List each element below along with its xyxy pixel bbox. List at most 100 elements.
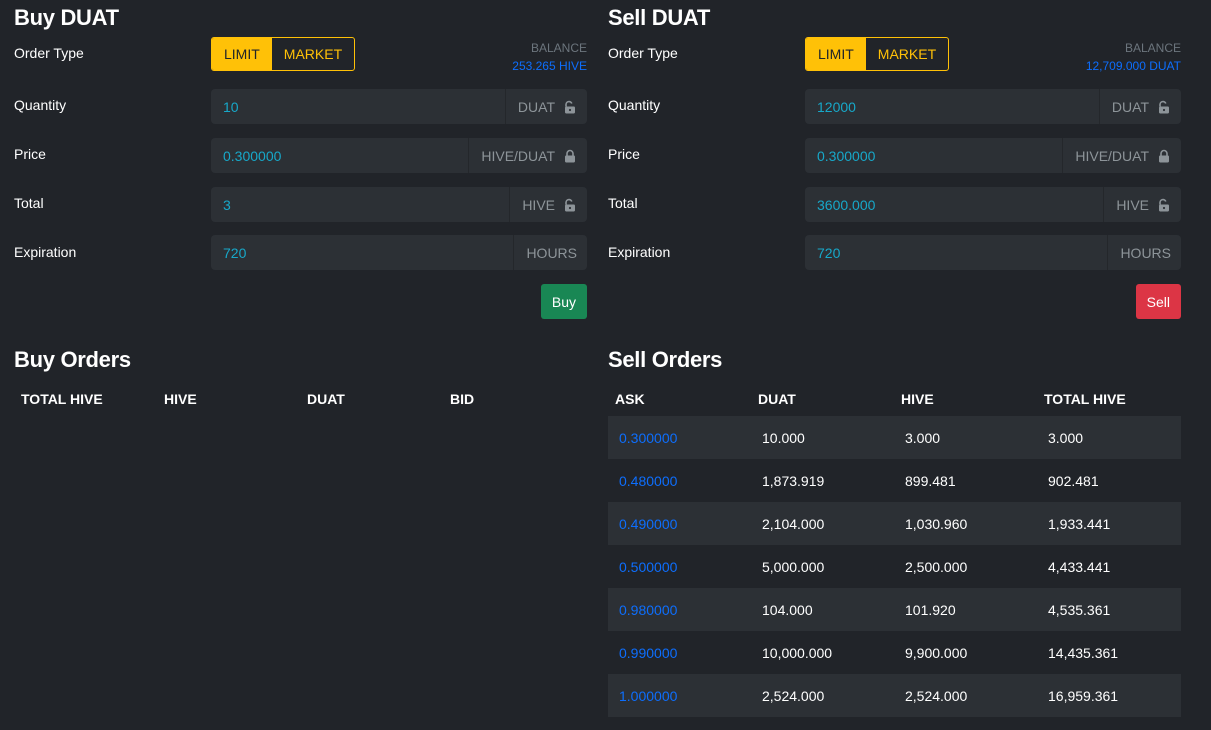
buy-title: Buy DUAT [14,5,119,30]
ask-price[interactable]: 1.000000 [608,688,751,704]
sell-expiration-label: Expiration [608,244,671,260]
duat-amount: 10,000.000 [762,644,833,661]
buy-orders-table: TOTAL HIVE HIVE DUAT BID [14,388,587,410]
sell-orders-col-hive[interactable]: HIVE [894,391,1037,407]
sell-expiration-unit: HOURS [1120,244,1171,261]
sell-market-button[interactable]: MARKET [866,38,948,70]
sell-price-label: Price [608,146,640,162]
buy-balance-label: BALANCE [530,41,587,55]
hive-amount: 9,900.000 [905,644,968,661]
table-row[interactable]: 1.000000 2,524.000 2,524.000 16,959.361 [608,674,1181,717]
sell-orders-col-ask[interactable]: ASK [608,391,751,407]
sell-quantity-field: DUAT [805,89,1181,124]
total-hive: 14,435.361 [1048,644,1119,661]
buy-order-type-label: Order Type [14,45,84,61]
sell-orders-col-duat[interactable]: DUAT [751,391,894,407]
lock-open-icon[interactable] [1157,100,1171,114]
ask-price[interactable]: 0.480000 [608,473,751,489]
buy-price-label: Price [14,146,46,162]
sell-order-type-toggle: LIMIT MARKET [805,37,950,71]
total-hive: 1,933.441 [1048,515,1111,532]
total-hive: 4,535.361 [1048,601,1111,618]
lock-open-icon[interactable] [1157,198,1171,212]
buy-button[interactable]: Buy [540,284,587,319]
sell-expiration-input[interactable] [805,235,1108,270]
buy-price-field: HIVE/DUAT [211,138,587,173]
buy-expiration-suffix: HOURS [513,235,587,270]
sell-total-input[interactable] [805,187,1104,222]
buy-orders-col-bid[interactable]: BID [443,391,586,407]
table-row[interactable]: 0.480000 1,873.919 899.481 902.481 [608,459,1181,502]
table-row[interactable]: 0.980000 104.000 101.920 4,535.361 [608,588,1181,631]
sell-orders-title: Sell Orders [608,347,723,372]
buy-quantity-input[interactable] [211,89,505,124]
duat-amount: 5,000.000 [762,558,825,575]
table-row[interactable]: 0.300000 10.000 3.000 3.000 [608,416,1181,459]
sell-balance: BALANCE 12,709.000 DUAT [1086,39,1181,75]
sell-orders-col-total-hive[interactable]: TOTAL HIVE [1037,391,1180,407]
ask-price[interactable]: 0.300000 [608,430,751,446]
sell-orders-body: 0.300000 10.000 3.000 3.000 0.480000 1,8… [608,416,1181,717]
sell-total-label: Total [608,195,638,211]
lock-closed-icon[interactable] [563,149,577,163]
duat-amount: 1,873.919 [762,472,825,489]
ask-price[interactable]: 0.990000 [608,645,751,661]
hive-amount: 2,500.000 [905,558,968,575]
sell-orders-table: ASK DUAT HIVE TOTAL HIVE 0.300000 10.000… [608,388,1181,717]
buy-orders-title: Buy Orders [14,347,131,372]
ask-price[interactable]: 0.500000 [608,559,751,575]
table-row[interactable]: 0.990000 10,000.000 9,900.000 14,435.361 [608,631,1181,674]
buy-expiration-unit: HOURS [526,244,577,261]
lock-open-icon[interactable] [563,198,577,212]
ask-price[interactable]: 0.980000 [608,602,751,618]
sell-quantity-input[interactable] [805,89,1099,124]
ask-price[interactable]: 0.490000 [608,516,751,532]
buy-quantity-suffix[interactable]: DUAT [504,89,587,124]
duat-amount: 104.000 [762,601,813,618]
buy-quantity-field: DUAT [211,89,587,124]
sell-price-input[interactable] [805,138,1063,173]
table-row[interactable]: 0.500000 5,000.000 2,500.000 4,433.441 [608,545,1181,588]
buy-orders-col-hive[interactable]: HIVE [157,391,300,407]
sell-total-suffix[interactable]: HIVE [1103,187,1181,222]
buy-quantity-unit: DUAT [517,98,555,115]
buy-price-suffix[interactable]: HIVE/DUAT [468,138,587,173]
duat-amount: 10.000 [762,429,805,446]
sell-balance-value[interactable]: 12,709.000 DUAT [1086,57,1181,75]
lock-closed-icon[interactable] [1157,149,1171,163]
sell-quantity-label: Quantity [608,97,661,113]
hive-amount: 101.920 [905,601,956,618]
buy-price-unit: HIVE/DUAT [481,147,555,164]
buy-market-button[interactable]: MARKET [272,38,354,70]
buy-price-input[interactable] [211,138,469,173]
buy-total-suffix[interactable]: HIVE [509,187,587,222]
duat-amount: 2,104.000 [762,515,825,532]
sell-limit-button[interactable]: LIMIT [806,38,866,70]
buy-expiration-input[interactable] [211,235,514,270]
buy-balance: BALANCE 253.265 HIVE [512,39,587,75]
buy-balance-value[interactable]: 253.265 HIVE [512,57,587,75]
sell-order-type-label: Order Type [608,45,678,61]
sell-total-unit: HIVE [1116,196,1149,213]
table-row[interactable]: 0.490000 2,104.000 1,030.960 1,933.441 [608,502,1181,545]
hive-amount: 899.481 [905,472,956,489]
buy-limit-button[interactable]: LIMIT [212,38,272,70]
sell-total-field: HIVE [805,187,1181,222]
buy-expiration-field: HOURS [211,235,587,270]
buy-total-input[interactable] [211,187,510,222]
total-hive: 16,959.361 [1048,687,1119,704]
sell-quantity-suffix[interactable]: DUAT [1098,89,1181,124]
buy-orders-header: TOTAL HIVE HIVE DUAT BID [14,388,587,410]
buy-expiration-label: Expiration [14,244,77,260]
total-hive: 4,433.441 [1048,558,1111,575]
total-hive: 902.481 [1048,472,1099,489]
buy-orders-col-total-hive[interactable]: TOTAL HIVE [14,391,157,407]
buy-orders-col-duat[interactable]: DUAT [300,391,443,407]
sell-quantity-unit: DUAT [1111,98,1149,115]
buy-total-field: HIVE [211,187,587,222]
sell-price-suffix[interactable]: HIVE/DUAT [1062,138,1181,173]
sell-button[interactable]: Sell [1135,284,1181,319]
lock-open-icon[interactable] [563,100,577,114]
sell-title: Sell DUAT [608,5,711,30]
sell-expiration-field: HOURS [805,235,1181,270]
